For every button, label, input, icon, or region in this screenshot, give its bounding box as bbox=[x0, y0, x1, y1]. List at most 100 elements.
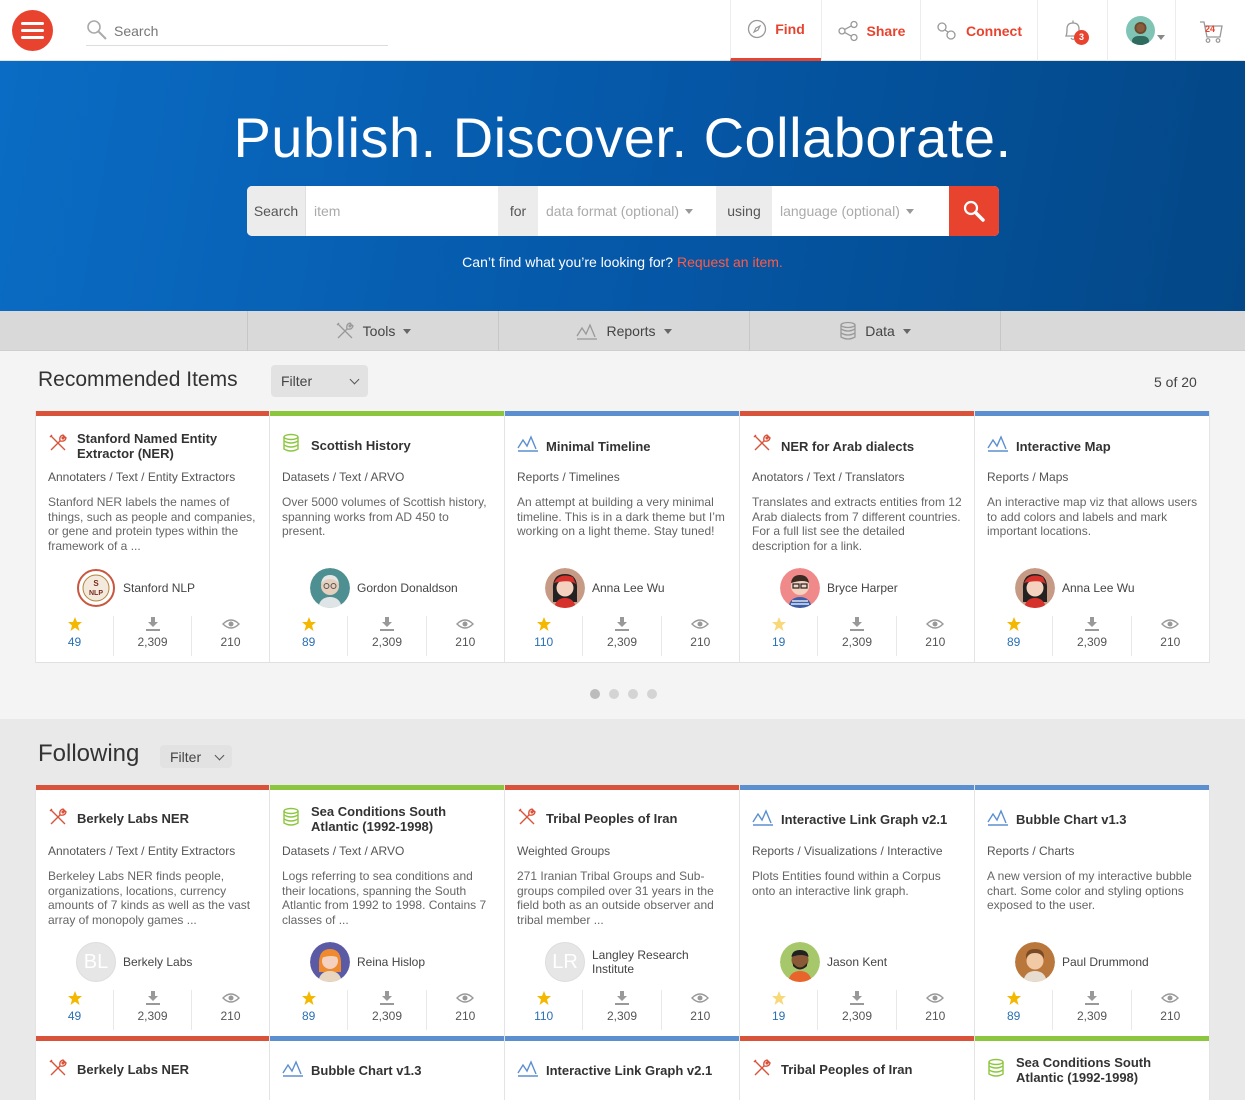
category-tools[interactable]: Tools bbox=[247, 311, 498, 351]
tab-share[interactable]: Share bbox=[821, 0, 920, 61]
card-title[interactable]: Stanford Named Entity Extractor (NER) bbox=[77, 431, 257, 461]
card-title[interactable]: Berkely Labs NER bbox=[77, 811, 257, 826]
stat-views[interactable]: 210 bbox=[895, 616, 974, 656]
carousel-dot[interactable] bbox=[590, 689, 600, 699]
item-card[interactable]: Berkely Labs NER bbox=[35, 1036, 270, 1100]
following-filter-dropdown[interactable]: Filter bbox=[160, 745, 232, 768]
item-card[interactable]: Sea Conditions South Atlantic (1992-1998… bbox=[975, 1036, 1210, 1100]
card-title[interactable]: Sea Conditions South Atlantic (1992-1998… bbox=[1016, 1055, 1196, 1085]
author-avatar[interactable] bbox=[1015, 568, 1055, 608]
item-card[interactable]: Interactive Link Graph v2.1 bbox=[505, 1036, 740, 1100]
card-title[interactable]: Scottish History bbox=[311, 438, 491, 453]
author-name[interactable]: Paul Drummond bbox=[1062, 955, 1202, 969]
stat-views[interactable]: 210 bbox=[1130, 990, 1209, 1030]
stat-stars[interactable]: 110 bbox=[505, 990, 582, 1030]
author-avatar[interactable]: BL bbox=[76, 942, 116, 982]
item-input[interactable]: item bbox=[305, 186, 498, 236]
stat-downloads[interactable]: 2,309 bbox=[347, 990, 425, 1030]
stat-stars[interactable]: 19 bbox=[740, 990, 817, 1030]
stat-views[interactable]: 210 bbox=[895, 990, 974, 1030]
stat-downloads[interactable]: 2,309 bbox=[1052, 990, 1130, 1030]
author-name[interactable]: Gordon Donaldson bbox=[357, 581, 497, 595]
author-avatar[interactable] bbox=[780, 942, 820, 982]
author-name[interactable]: Reina Hislop bbox=[357, 955, 497, 969]
stat-downloads[interactable]: 2,309 bbox=[347, 616, 425, 656]
stat-downloads[interactable]: 2,309 bbox=[582, 990, 660, 1030]
item-card[interactable]: Interactive Link Graph v2.1 Reports / Vi… bbox=[740, 785, 975, 1037]
stat-downloads[interactable]: 2,309 bbox=[817, 616, 895, 656]
author-name[interactable]: Stanford NLP bbox=[123, 581, 263, 595]
stat-downloads[interactable]: 2,309 bbox=[582, 616, 660, 656]
card-title[interactable]: Tribal Peoples of Iran bbox=[781, 1062, 961, 1077]
author-name[interactable]: Langley Research Institute bbox=[592, 948, 722, 976]
stat-views[interactable]: 210 bbox=[191, 616, 269, 656]
stat-stars[interactable]: 89 bbox=[270, 616, 347, 656]
notifications-button[interactable] bbox=[1037, 0, 1107, 61]
item-card[interactable]: Minimal Timeline Reports / Timelines An … bbox=[505, 411, 740, 663]
author-avatar[interactable] bbox=[310, 942, 350, 982]
author-name[interactable]: Anna Lee Wu bbox=[1062, 581, 1202, 595]
stat-views[interactable]: 210 bbox=[191, 990, 269, 1030]
stat-views[interactable]: 210 bbox=[1130, 616, 1209, 656]
card-title[interactable]: Berkely Labs NER bbox=[77, 1062, 257, 1077]
card-title[interactable]: Interactive Link Graph v2.1 bbox=[781, 812, 961, 827]
stat-stars[interactable]: 89 bbox=[975, 616, 1052, 656]
card-title[interactable]: Interactive Link Graph v2.1 bbox=[546, 1063, 726, 1078]
stat-downloads[interactable]: 2,309 bbox=[817, 990, 895, 1030]
author-avatar[interactable] bbox=[545, 568, 585, 608]
item-card[interactable]: Berkely Labs NER Annotaters / Text / Ent… bbox=[35, 785, 270, 1037]
card-title[interactable]: Bubble Chart v1.3 bbox=[311, 1063, 491, 1078]
author-avatar[interactable] bbox=[1015, 942, 1055, 982]
stat-stars[interactable]: 89 bbox=[270, 990, 347, 1030]
item-card[interactable]: Interactive Map Reports / Maps An intera… bbox=[975, 411, 1210, 663]
item-card[interactable]: NER for Arab dialects Anotators / Text /… bbox=[740, 411, 975, 663]
item-card[interactable]: Stanford Named Entity Extractor (NER) An… bbox=[35, 411, 270, 663]
top-search-input[interactable]: Search bbox=[86, 17, 388, 46]
category-data[interactable]: Data bbox=[749, 311, 1001, 351]
item-card[interactable]: Bubble Chart v1.3 Reports / Charts A new… bbox=[975, 785, 1210, 1037]
author-avatar[interactable] bbox=[310, 568, 350, 608]
stat-views[interactable]: 210 bbox=[660, 616, 739, 656]
item-card[interactable]: Bubble Chart v1.3 bbox=[270, 1036, 505, 1100]
menu-logo-button[interactable] bbox=[12, 10, 53, 51]
stat-stars[interactable]: 49 bbox=[36, 990, 113, 1030]
category-reports[interactable]: Reports bbox=[498, 311, 749, 351]
language-dropdown[interactable]: language (optional) bbox=[772, 186, 949, 236]
request-item-link[interactable]: Request an item. bbox=[677, 254, 783, 270]
card-title[interactable]: NER for Arab dialects bbox=[781, 439, 961, 454]
author-avatar[interactable] bbox=[780, 568, 820, 608]
item-card[interactable]: Sea Conditions South Atlantic (1992-1998… bbox=[270, 785, 505, 1037]
stat-views[interactable]: 210 bbox=[660, 990, 739, 1030]
author-name[interactable]: Bryce Harper bbox=[827, 581, 967, 595]
author-name[interactable]: Anna Lee Wu bbox=[592, 581, 732, 595]
stat-stars[interactable]: 49 bbox=[36, 616, 113, 656]
recommended-filter-dropdown[interactable]: Filter bbox=[271, 365, 368, 397]
carousel-dot[interactable] bbox=[647, 689, 657, 699]
card-title[interactable]: Interactive Map bbox=[1016, 439, 1196, 454]
item-card[interactable]: Tribal Peoples of Iran bbox=[740, 1036, 975, 1100]
tab-connect[interactable]: Connect bbox=[920, 0, 1037, 61]
carousel-dot[interactable] bbox=[609, 689, 619, 699]
card-title[interactable]: Bubble Chart v1.3 bbox=[1016, 812, 1196, 827]
stat-views[interactable]: 210 bbox=[425, 616, 504, 656]
author-name[interactable]: Berkely Labs bbox=[123, 955, 263, 969]
stat-stars[interactable]: 110 bbox=[505, 616, 582, 656]
card-title[interactable]: Tribal Peoples of Iran bbox=[546, 811, 726, 826]
format-dropdown[interactable]: data format (optional) bbox=[538, 186, 716, 236]
stat-downloads[interactable]: 2,309 bbox=[1052, 616, 1130, 656]
stat-downloads[interactable]: 2,309 bbox=[113, 990, 191, 1030]
card-title[interactable]: Sea Conditions South Atlantic (1992-1998… bbox=[311, 804, 491, 834]
author-avatar[interactable]: LR bbox=[545, 942, 585, 982]
carousel-dot[interactable] bbox=[628, 689, 638, 699]
stat-stars[interactable]: 19 bbox=[740, 616, 817, 656]
stat-downloads[interactable]: 2,309 bbox=[113, 616, 191, 656]
hero-search-button[interactable] bbox=[949, 186, 999, 236]
item-card[interactable]: Scottish History Datasets / Text / ARVO … bbox=[270, 411, 505, 663]
stat-stars[interactable]: 89 bbox=[975, 990, 1052, 1030]
card-title[interactable]: Minimal Timeline bbox=[546, 439, 726, 454]
author-avatar[interactable]: S NLP bbox=[76, 568, 116, 608]
item-card[interactable]: Tribal Peoples of Iran Weighted Groups 2… bbox=[505, 785, 740, 1037]
author-name[interactable]: Jason Kent bbox=[827, 955, 967, 969]
avatar[interactable] bbox=[1126, 16, 1155, 45]
stat-views[interactable]: 210 bbox=[425, 990, 504, 1030]
